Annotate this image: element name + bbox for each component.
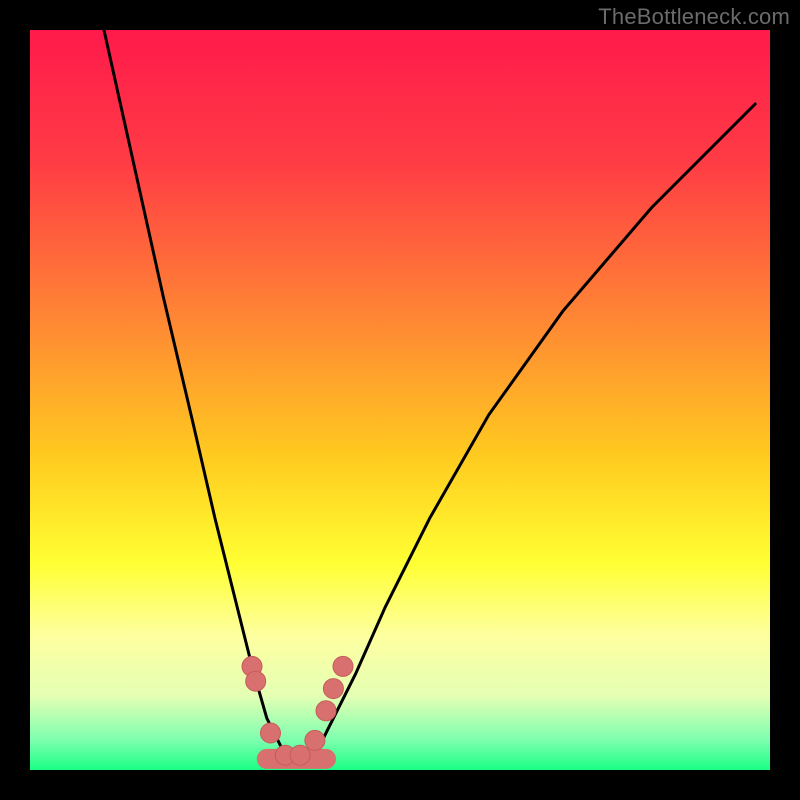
marker-point xyxy=(305,730,325,750)
watermark-text: TheBottleneck.com xyxy=(598,4,790,30)
marker-point xyxy=(316,701,336,721)
marker-point xyxy=(323,679,343,699)
outer-frame: TheBottleneck.com xyxy=(0,0,800,800)
curve-layer xyxy=(30,30,770,770)
marker-group xyxy=(242,656,353,765)
bottleneck-curve xyxy=(104,30,755,763)
plot-area xyxy=(30,30,770,770)
marker-point xyxy=(333,656,353,676)
marker-point xyxy=(290,745,310,765)
marker-point xyxy=(261,723,281,743)
marker-point xyxy=(246,671,266,691)
